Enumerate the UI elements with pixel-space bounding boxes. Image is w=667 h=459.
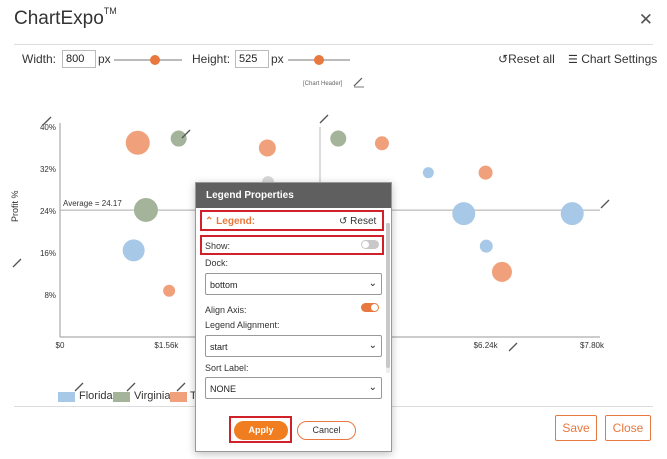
show-label: Show: [205,241,231,251]
reset-icon: ↺ [339,216,348,227]
align-axis-label: Align Axis: [205,305,247,315]
data-point-virginia [133,197,158,222]
cancel-button[interactable]: Cancel [297,421,356,440]
dock-select[interactable]: bottom ⌄ [205,273,382,295]
x-tick-label: $0 [56,341,65,350]
chevron-down-icon: ⌄ [368,278,377,289]
apply-button[interactable]: Apply [234,421,288,440]
pencil-icon [12,258,22,268]
x-tick-label: $1.56k [154,341,179,350]
data-point-texas [478,165,493,180]
y-tick-label: 16% [40,249,56,258]
legend-label-florida: Florida [79,390,113,402]
sort-label-label: Sort Label: [205,363,249,373]
align-axis-toggle[interactable] [361,303,379,312]
legend-reset-button[interactable]: ↺ Reset [339,216,376,227]
chevron-up-icon: ⌃ [205,216,214,227]
pencil-icon [600,199,610,209]
dialog-scrollbar-thumb[interactable] [386,223,390,368]
data-point-florida [122,239,145,262]
data-point-texas [125,130,150,155]
pencil-icon [176,382,186,392]
legend-swatch-texas [170,392,187,402]
average-label: Average = 24.17 [63,199,122,208]
data-point-florida [560,202,584,226]
y-tick-label: 24% [40,207,56,216]
show-legend-toggle[interactable] [361,240,379,249]
dock-label: Dock: [205,258,229,268]
legend-swatch-florida [58,392,75,402]
data-point-florida [452,202,476,226]
chevron-down-icon: ⌄ [368,340,377,351]
legend-alignment-label: Legend Alignment: [205,320,280,330]
data-point-florida [422,167,434,179]
save-button[interactable]: Save [555,415,597,441]
y-axis-label[interactable]: Profit % [10,190,20,222]
pencil-icon [508,342,518,352]
chevron-down-icon: ⌄ [368,382,377,393]
x-tick-label: $6.24k [474,341,499,350]
sort-label-select[interactable]: NONE ⌄ [205,377,382,399]
legend-swatch-virginia [113,392,130,402]
data-point-texas [258,139,276,157]
data-point-florida [479,239,493,253]
data-point-virginia [330,130,347,147]
x-tick-label: $7.80k [580,341,605,350]
legend-label-virginia: Virginia [134,390,171,402]
data-point-texas [491,261,512,282]
y-tick-label: 8% [44,291,56,300]
y-tick-label: 32% [40,165,56,174]
dialog-title: Legend Properties [196,183,391,208]
data-point-texas [163,284,176,297]
pencil-icon [319,114,329,124]
legend-properties-dialog: Legend Properties ⌃ Legend: ↺ Reset Show… [195,182,392,452]
data-point-texas [374,136,389,151]
y-tick-label: 40% [40,123,56,132]
legend-alignment-select[interactable]: start ⌄ [205,335,382,357]
legend-section-header[interactable]: ⌃ Legend: [205,216,255,227]
data-point-virginia [170,130,187,147]
close-button[interactable]: Close [605,415,651,441]
chartexpo-app: ChartExpoTM ✕ Width: px Height: px ↺Rese… [0,0,667,459]
